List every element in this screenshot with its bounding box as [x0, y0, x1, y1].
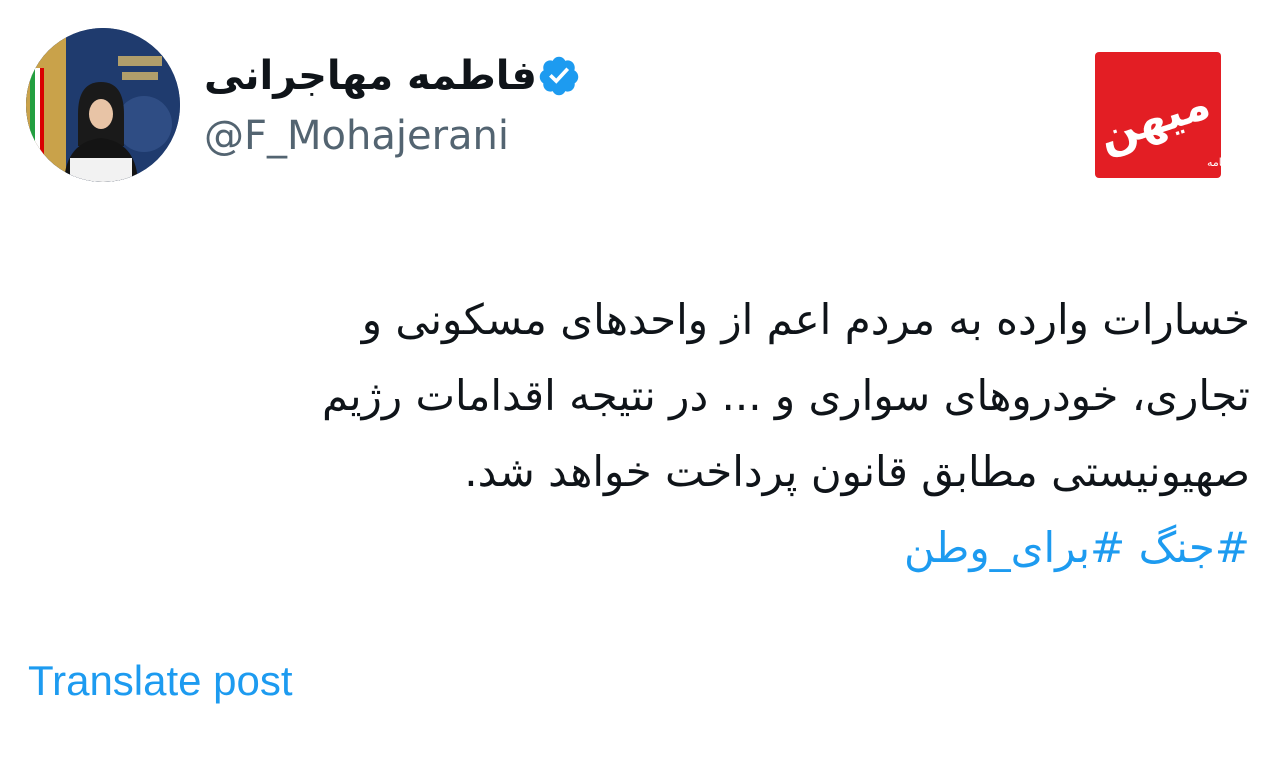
hashtags: #جنگ #برای_وطن: [904, 510, 1250, 586]
handle[interactable]: @F_Mohajerani: [204, 116, 724, 156]
profile-photo-icon: [26, 28, 180, 182]
post-text-line: تجاری، خودروهای سواری و ... در نتیجه اقد…: [321, 371, 1250, 420]
mehan-newspaper-logo-icon: میهن روزنامه: [1092, 52, 1241, 178]
verified-badge-icon[interactable]: [537, 54, 581, 98]
display-name[interactable]: فاطمه مهاجرانی: [204, 56, 537, 96]
translate-post-link[interactable]: Translate post: [28, 660, 293, 702]
post-text-line: خسارات وارده به مردم اعم از واحدهای مسکو…: [361, 295, 1250, 344]
hashtag-link[interactable]: #جنگ: [1139, 523, 1250, 572]
post-text: خسارات وارده به مردم اعم از واحدهای مسکو…: [70, 282, 1250, 510]
hashtag-link[interactable]: #برای_وطن: [904, 523, 1125, 572]
post-text-line: صهیونیستی مطابق قانون پرداخت خواهد شد.: [464, 447, 1250, 496]
avatar[interactable]: [26, 28, 180, 182]
author-info: فاطمه مهاجرانی @F_Mohajerani: [204, 44, 724, 156]
logo-sub-text: روزنامه: [1207, 156, 1221, 169]
